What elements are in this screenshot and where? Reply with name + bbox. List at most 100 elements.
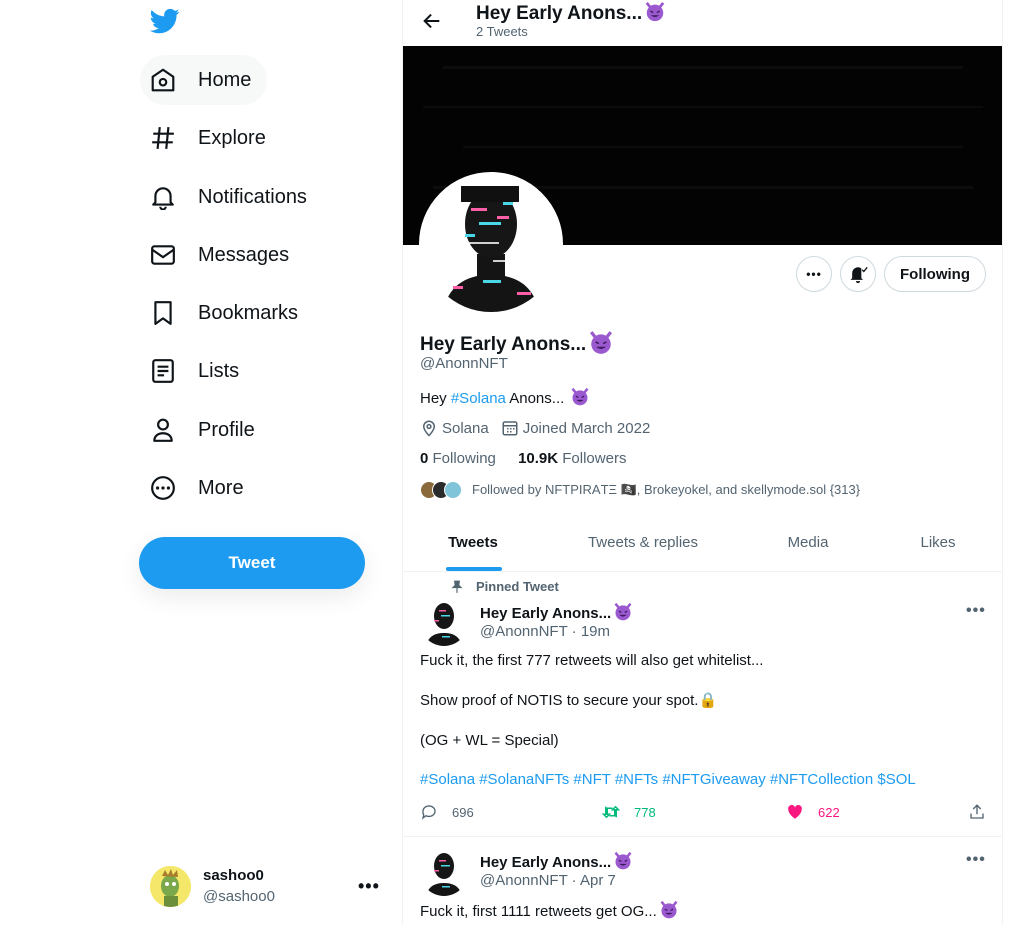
account-switcher[interactable]: sashoo0 @sashoo0 •••	[150, 866, 390, 908]
profile-name: Hey Early Anons...	[420, 330, 614, 356]
nav-explore[interactable]: Explore	[140, 113, 282, 163]
smiling-devil-emoji-icon	[645, 1, 665, 22]
followers-label: Followers	[562, 450, 627, 467]
notify-button[interactable]	[840, 256, 876, 292]
tweet-text-content: Fuck it, first 1111 retweets get OG...	[420, 903, 657, 920]
account-handle: @sashoo0	[203, 888, 275, 905]
person-icon	[153, 418, 173, 442]
reply-icon	[421, 805, 436, 820]
tweet-avatar[interactable]	[420, 598, 468, 646]
tweet-more-icon[interactable]: •••	[966, 851, 986, 869]
account-avatar	[150, 866, 191, 907]
nav-label-notifications: Notifications	[198, 185, 307, 208]
tweet-author[interactable]: Hey Early Anons...	[480, 851, 633, 871]
heart-icon	[788, 804, 802, 819]
tweet-actions: 696 778 622	[420, 803, 990, 825]
tab-tweets[interactable]: Tweets	[403, 519, 543, 571]
nav-bookmarks[interactable]: Bookmarks	[140, 288, 314, 338]
profile-column: Hey Early Anons... 2 Tweets ••• Followin…	[402, 0, 1003, 925]
left-sidebar: Home Explore Notifications Messages Book…	[0, 0, 402, 925]
nav-lists[interactable]: Lists	[140, 346, 255, 396]
bio-suffix: Anons...	[505, 390, 569, 407]
tweet-handle-time: @AnonnNFT · 19m	[480, 623, 610, 640]
nav-notifications[interactable]: Notifications	[140, 172, 323, 222]
profile-location: Solana	[442, 419, 489, 437]
account-more-icon[interactable]: •••	[358, 876, 380, 897]
nav-label-profile: Profile	[198, 418, 255, 441]
tweet-author[interactable]: Hey Early Anons...	[480, 602, 633, 622]
nav-label-bookmarks: Bookmarks	[198, 301, 299, 324]
more-dots-icon: •••	[806, 267, 822, 281]
back-arrow-icon[interactable]	[421, 10, 443, 32]
profile-more-button[interactable]: •••	[796, 256, 832, 292]
reply-count: 696	[452, 804, 474, 820]
nav-label-lists: Lists	[198, 359, 240, 382]
followed-by-text: Followed by NFTPIRAΤΞ 🏴‍☠️, Brokeyokel, …	[472, 482, 861, 497]
nav-label-messages: Messages	[198, 243, 290, 266]
header-title-text: Hey Early Anons...	[476, 3, 643, 24]
followers-link[interactable]: 10.9K Followers	[518, 450, 626, 467]
follower-avatar	[444, 481, 462, 499]
smiling-devil-emoji-icon	[571, 387, 589, 406]
profile-meta: Solana Joined March 2022	[420, 419, 650, 437]
tweet-text: Fuck it, first 1111 retweets get OG...	[420, 900, 980, 922]
nav-messages[interactable]: Messages	[140, 230, 305, 280]
tab-tweets-replies[interactable]: Tweets & replies	[543, 519, 743, 571]
following-link[interactable]: 0 Following	[420, 450, 496, 467]
tweet-item[interactable]: Hey Early Anons... @AnonnNFT · Apr 7 •••…	[403, 837, 1002, 925]
like-count: 622	[818, 804, 840, 820]
tab-likes[interactable]: Likes	[873, 519, 1002, 571]
smiling-devil-emoji-icon	[614, 851, 632, 870]
tweet-more-icon[interactable]: •••	[966, 602, 986, 620]
following-count: 0	[420, 450, 429, 467]
tweet-author-name: Hey Early Anons...	[480, 854, 612, 871]
smiling-devil-emoji-icon	[614, 602, 632, 621]
smiling-devil-emoji-icon	[590, 331, 613, 354]
profile-joined: Joined March 2022	[522, 419, 651, 437]
envelope-icon	[151, 245, 175, 265]
location-pin-icon	[422, 420, 436, 437]
followed-by-row[interactable]: Followed by NFTPIRAΤΞ 🏴‍☠️, Brokeyokel, …	[420, 481, 860, 499]
active-tab-indicator	[446, 567, 502, 571]
tweet-handle-time: @AnonnNFT · Apr 7	[480, 872, 616, 889]
nav-label-explore: Explore	[198, 126, 266, 149]
pinned-label-text: Pinned Tweet	[476, 579, 559, 594]
header-title: Hey Early Anons...	[476, 1, 666, 25]
nav-label-more: More	[198, 476, 244, 499]
hashtag-icon	[152, 127, 174, 149]
share-button[interactable]	[968, 803, 1000, 821]
retweet-button[interactable]: 778	[602, 803, 656, 821]
tweet-count: 2 Tweets	[476, 24, 528, 39]
retweet-count: 778	[634, 804, 656, 820]
tweet-avatar[interactable]	[420, 848, 468, 896]
smiling-devil-emoji-icon	[660, 900, 678, 919]
pin-icon	[451, 580, 463, 593]
following-button[interactable]: Following	[884, 256, 986, 292]
profile-name-text: Hey Early Anons...	[420, 334, 587, 355]
profile-bio: Hey #Solana Anons...	[420, 387, 590, 407]
nav-home[interactable]: Home	[140, 55, 268, 105]
nav-more[interactable]: More	[140, 463, 260, 513]
following-label: Following	[432, 450, 496, 467]
profile-avatar[interactable]	[419, 172, 563, 316]
like-button[interactable]: 622	[786, 803, 840, 821]
bio-hashtag-link[interactable]: #Solana	[451, 390, 506, 407]
tweet-hashtags[interactable]: #Solana #SolanaNFTs #NFT #NFTs #NFTGivea…	[420, 770, 980, 790]
follower-avatars	[420, 481, 462, 499]
reply-button[interactable]: 696	[420, 803, 474, 821]
tweet-item[interactable]: Pinned Tweet Hey Early Anons... @AnonnNF…	[403, 572, 1002, 837]
tweet-text: Fuck it, the first 777 retweets will als…	[420, 652, 764, 749]
nav-profile[interactable]: Profile	[140, 405, 271, 455]
twitter-logo-icon[interactable]	[149, 6, 181, 36]
calendar-icon	[502, 421, 518, 436]
profile-tabs: Tweets Tweets & replies Media Likes	[403, 519, 1002, 572]
tab-media[interactable]: Media	[743, 519, 873, 571]
share-icon	[970, 804, 984, 819]
profile-handle: @AnonnNFT	[420, 355, 508, 372]
list-icon	[152, 359, 174, 383]
tweet-button[interactable]: Tweet	[139, 537, 365, 589]
account-name: sashoo0	[203, 867, 264, 884]
home-icon	[151, 68, 175, 92]
more-circle-icon	[151, 476, 175, 500]
pinned-label: Pinned Tweet	[450, 579, 559, 594]
